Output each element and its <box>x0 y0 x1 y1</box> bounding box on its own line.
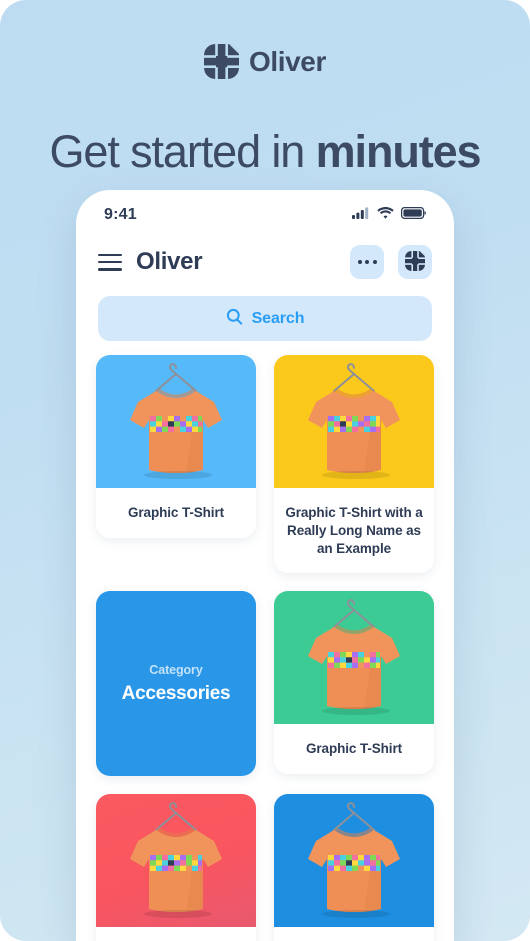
product-title: Graphic T-Shirt with a Really Long Name … <box>285 505 423 556</box>
product-image <box>274 591 434 725</box>
product-image <box>96 794 256 928</box>
category-title: Accessories <box>121 682 231 704</box>
product-image <box>274 794 434 928</box>
tshirt-on-hanger-icon <box>96 355 256 488</box>
battery-full-icon <box>400 206 426 224</box>
product-grid: Graphic T-Shirt Graphic T-Shirt with a R… <box>76 355 454 941</box>
more-options-icon <box>357 260 377 264</box>
oliver-grid-logo-icon <box>405 250 425 274</box>
product-card[interactable] <box>274 794 434 941</box>
cellular-signal-icon <box>352 206 370 224</box>
headline-light: Get started in <box>49 126 316 178</box>
product-card[interactable] <box>96 794 256 941</box>
status-bar: 9:41 <box>76 190 454 234</box>
app-title: Oliver <box>136 248 203 275</box>
headline-bold: minutes <box>315 126 482 178</box>
product-card[interactable]: Graphic T-Shirt <box>274 591 434 775</box>
status-time: 9:41 <box>104 206 137 223</box>
app-bar: Oliver <box>76 234 454 290</box>
category-card[interactable]: Category Accessories <box>96 591 256 777</box>
phone-mockup: 9:41 Oliver Search Graphic T-Shirt Graph… <box>76 190 454 941</box>
app-logo-button[interactable] <box>398 245 432 279</box>
status-icons <box>352 206 426 224</box>
search-label: Search <box>251 309 305 327</box>
search-icon <box>226 308 243 330</box>
more-options-button[interactable] <box>350 245 384 279</box>
brand-name: Oliver <box>249 45 326 77</box>
page-title: Get started in minutes <box>0 126 530 178</box>
oliver-grid-logo-icon <box>204 44 239 79</box>
search-input[interactable]: Search <box>98 296 432 341</box>
product-image <box>274 355 434 488</box>
product-image <box>96 355 256 488</box>
product-card[interactable]: Graphic T-Shirt <box>96 355 256 538</box>
product-title <box>96 927 256 941</box>
product-title: Graphic T-Shirt <box>305 741 402 757</box>
category-kicker: Category <box>149 662 203 677</box>
tshirt-on-hanger-icon <box>274 794 434 927</box>
tshirt-on-hanger-icon <box>274 591 434 724</box>
product-card[interactable]: Graphic T-Shirt with a Really Long Name … <box>274 355 434 574</box>
hamburger-menu-icon[interactable] <box>98 253 122 271</box>
search-section: Search <box>76 290 454 355</box>
tshirt-on-hanger-icon <box>274 355 434 488</box>
landing-page: Oliver Get started in minutes 9:41 Olive… <box>0 0 530 941</box>
product-title: Graphic T-Shirt <box>127 505 224 520</box>
brand-lockup: Oliver <box>0 44 530 79</box>
tshirt-on-hanger-icon <box>96 794 256 927</box>
wifi-icon <box>377 206 394 224</box>
product-title <box>274 927 434 941</box>
